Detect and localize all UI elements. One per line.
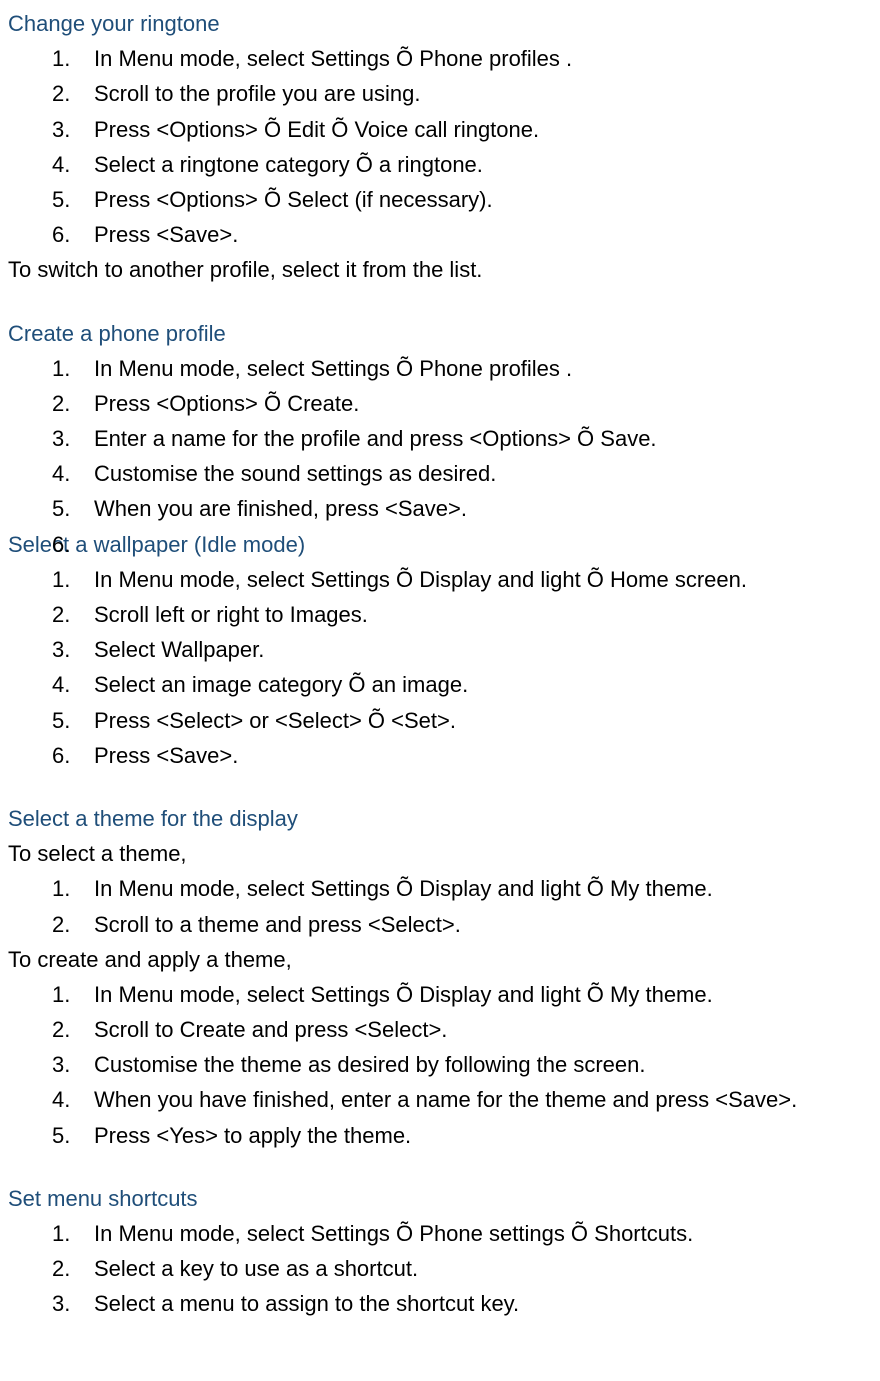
section-heading: Create a phone profile	[8, 316, 872, 351]
list-item: When you are finished, press <Save>.	[86, 491, 872, 526]
list-item: Select Wallpaper.	[86, 632, 872, 667]
numbered-list: In Menu mode, select Settings Õ Display …	[8, 871, 872, 941]
list-item: Press <Yes> to apply the theme.	[86, 1118, 872, 1153]
list-item: Scroll to the profile you are using.	[86, 76, 872, 111]
numbered-list: In Menu mode, select Settings Õ Phone pr…	[8, 41, 872, 252]
section-intro: To select a theme,	[8, 836, 872, 871]
list-item: Press <Save>.	[86, 738, 872, 773]
section-heading: Select a theme for the display	[8, 801, 872, 836]
list-item: In Menu mode, select Settings Õ Phone pr…	[86, 351, 872, 386]
list-item: Select an image category Õ an image.	[86, 667, 872, 702]
list-item: Press <Options> Õ Create.	[86, 386, 872, 421]
list-item: Select a menu to assign to the shortcut …	[86, 1286, 872, 1321]
list-item: Press <Options> Õ Select (if necessary).	[86, 182, 872, 217]
numbered-list: In Menu mode, select Settings Õ Phone se…	[8, 1216, 872, 1322]
list-item: Press <Options> Õ Edit Õ Voice call ring…	[86, 112, 872, 147]
list-item: Press <Save>.	[86, 217, 872, 252]
list-item: In Menu mode, select Settings Õ Display …	[86, 562, 872, 597]
list-item: In Menu mode, select Settings Õ Phone se…	[86, 1216, 872, 1251]
section-outro: To switch to another profile, select it …	[8, 252, 872, 287]
list-item: When you have finished, enter a name for…	[86, 1082, 872, 1117]
section-heading: Select a wallpaper (Idle mode)	[8, 527, 872, 562]
numbered-list: In Menu mode, select Settings Õ Display …	[8, 977, 872, 1153]
list-item: Select a ringtone category Õ a ringtone.	[86, 147, 872, 182]
section-heading: Set menu shortcuts	[8, 1181, 872, 1216]
list-item: Customise the sound settings as desired.	[86, 456, 872, 491]
list-item: In Menu mode, select Settings Õ Display …	[86, 977, 872, 1012]
numbered-list: In Menu mode, select Settings Õ Display …	[8, 562, 872, 773]
list-item: Enter a name for the profile and press <…	[86, 421, 872, 456]
section-intro: To create and apply a theme,	[8, 942, 872, 977]
list-item: Scroll to a theme and press <Select>.	[86, 907, 872, 942]
list-item: Select a key to use as a shortcut.	[86, 1251, 872, 1286]
list-item: Scroll left or right to Images.	[86, 597, 872, 632]
list-item: Press <Select> or <Select> Õ <Set>.	[86, 703, 872, 738]
list-item: In Menu mode, select Settings Õ Display …	[86, 871, 872, 906]
numbered-list: In Menu mode, select Settings Õ Phone pr…	[8, 351, 872, 527]
list-item: Customise the theme as desired by follow…	[86, 1047, 872, 1082]
section-heading: Change your ringtone	[8, 6, 872, 41]
list-item: In Menu mode, select Settings Õ Phone pr…	[86, 41, 872, 76]
list-item: Scroll to Create and press <Select>.	[86, 1012, 872, 1047]
